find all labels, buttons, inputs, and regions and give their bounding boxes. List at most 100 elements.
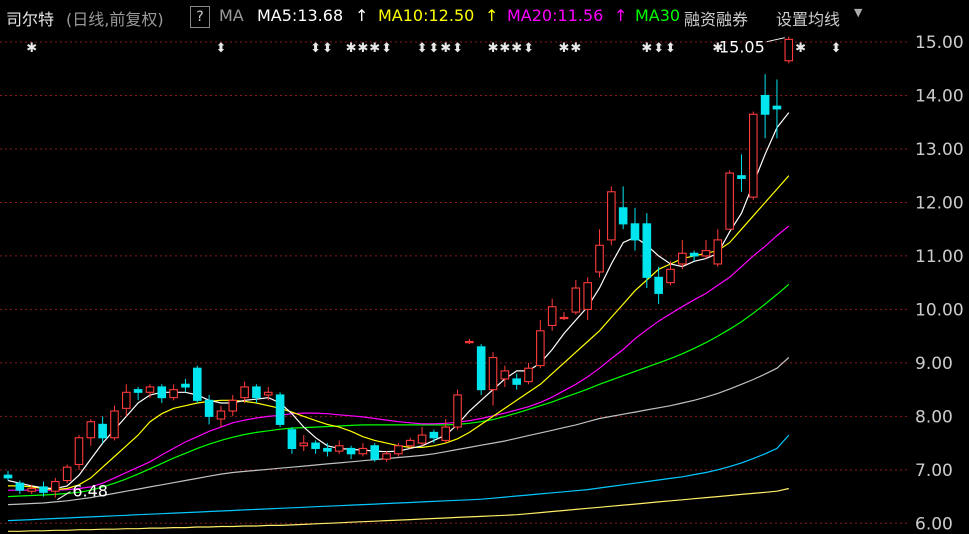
up-candle [358, 447, 368, 455]
up-candle [678, 252, 687, 265]
up-candle [405, 439, 415, 447]
down-candle [39, 486, 48, 493]
down-candle [630, 223, 640, 241]
up-candle [713, 239, 723, 265]
up-candle [27, 487, 36, 492]
down-candle [512, 378, 521, 385]
down-candle [476, 346, 486, 391]
price-axis: 6.00 7.00 8.00 9.00 10.00 11.00 12.00 13.00 14.0… [915, 33, 964, 534]
event-marker-icon: ✱ [440, 41, 451, 56]
up-candle [51, 481, 60, 492]
up-candle [228, 399, 238, 412]
event-marker-icon: ✱ [641, 41, 652, 56]
high-pointer [766, 37, 785, 43]
down-candle [133, 389, 143, 393]
up-candle [583, 282, 592, 310]
down-candle [98, 423, 107, 439]
extreme-annotations: 6.48 15.05 [57, 37, 785, 501]
up-candle [110, 410, 119, 439]
y-tick-label: 11.00 [915, 247, 964, 267]
down-candle [642, 223, 652, 278]
event-marker-icon: ⬍ [381, 41, 392, 56]
down-candle [311, 442, 320, 449]
down-candle [15, 482, 25, 491]
y-tick-label: 14.00 [915, 87, 964, 107]
event-marker-icon: ⬍ [428, 41, 439, 56]
up-candle [441, 426, 451, 441]
y-tick-label: 7.00 [915, 461, 953, 481]
up-candle [240, 386, 249, 399]
ma250-line [8, 487, 789, 532]
event-marker-icon: ✱ [570, 41, 581, 56]
up-candle [417, 434, 427, 444]
event-marker-icon: ⬍ [417, 41, 428, 56]
event-marker-icon: ⬍ [452, 41, 463, 56]
up-candle [382, 453, 391, 460]
up-candle [524, 367, 533, 383]
event-marker-icon: ✱ [488, 41, 499, 56]
down-candle [252, 386, 261, 399]
ma5-line [7, 112, 790, 490]
event-marker-icon: ✱ [346, 41, 357, 56]
down-candle [204, 399, 214, 417]
up-candle [122, 391, 131, 409]
y-tick-label: 12.00 [915, 193, 964, 213]
up-candle [547, 306, 557, 327]
y-tick-label: 8.00 [915, 407, 953, 427]
ma10-line [8, 175, 790, 491]
event-marker-icon: ⬍ [665, 41, 676, 56]
down-candle [287, 429, 297, 449]
event-marker-icon: ⬍ [215, 41, 226, 56]
down-candle [429, 431, 439, 439]
up-candle [748, 113, 758, 198]
up-candle [571, 287, 581, 313]
y-tick-label: 15.00 [915, 33, 964, 53]
up-candle [666, 268, 675, 284]
event-marker-icon: ⬍ [322, 41, 333, 56]
down-candle [618, 207, 628, 225]
ma30-line [7, 283, 790, 498]
up-candle [595, 244, 604, 273]
up-candle [263, 391, 273, 396]
up-candle [536, 330, 545, 367]
up-candle [394, 445, 403, 455]
down-candle [181, 383, 190, 388]
down-candle [772, 105, 782, 110]
event-marker-icon: ✱ [357, 41, 368, 56]
event-marker-icon: ✱ [795, 41, 806, 56]
up-candle [62, 466, 72, 482]
high-price-label: 15.05 [719, 38, 765, 57]
up-candle [74, 437, 84, 466]
down-candle [3, 474, 13, 479]
low-pointer [57, 491, 71, 501]
down-candle [760, 94, 770, 115]
event-marker-icon: ⬍ [831, 41, 842, 56]
down-candle [323, 447, 332, 452]
up-candle [607, 191, 616, 241]
candlestick-chart[interactable]: ✱ ⬍ ⬍ ⬍ ✱ ✱ ✱ ⬍ ⬍ ⬍ ✱ ⬍ ✱ ✱ ✱ ⬍ ✱ ✱ ✱ ⬍ ⬍ ✱ ✱ ⬍ 6.007.008.009.0… [0, 0, 969, 534]
up-candle [145, 386, 155, 393]
event-marker-icon: ✱ [369, 41, 380, 56]
down-candle [157, 386, 167, 399]
down-candle [192, 367, 202, 401]
ma60-line [7, 357, 790, 506]
up-candle [299, 442, 309, 447]
up-candle [784, 38, 794, 62]
up-candle [559, 316, 569, 320]
up-candle [488, 356, 498, 391]
event-marker-icon: ⬍ [310, 41, 321, 56]
y-tick-label: 13.00 [915, 140, 964, 160]
up-candle [216, 410, 226, 420]
event-marker-icon: ⬍ [653, 41, 664, 56]
up-candle [86, 421, 96, 439]
y-tick-label: 10.00 [915, 300, 964, 320]
up-candle [701, 250, 711, 257]
candles [3, 36, 794, 498]
up-candle [169, 389, 178, 399]
event-marker-icon: ✱ [511, 41, 522, 56]
moving-average-lines [7, 112, 790, 532]
down-candle [370, 445, 380, 460]
down-candle [737, 175, 746, 179]
low-price-label: 6.48 [72, 482, 108, 501]
event-marker-icon: ✱ [559, 41, 570, 56]
